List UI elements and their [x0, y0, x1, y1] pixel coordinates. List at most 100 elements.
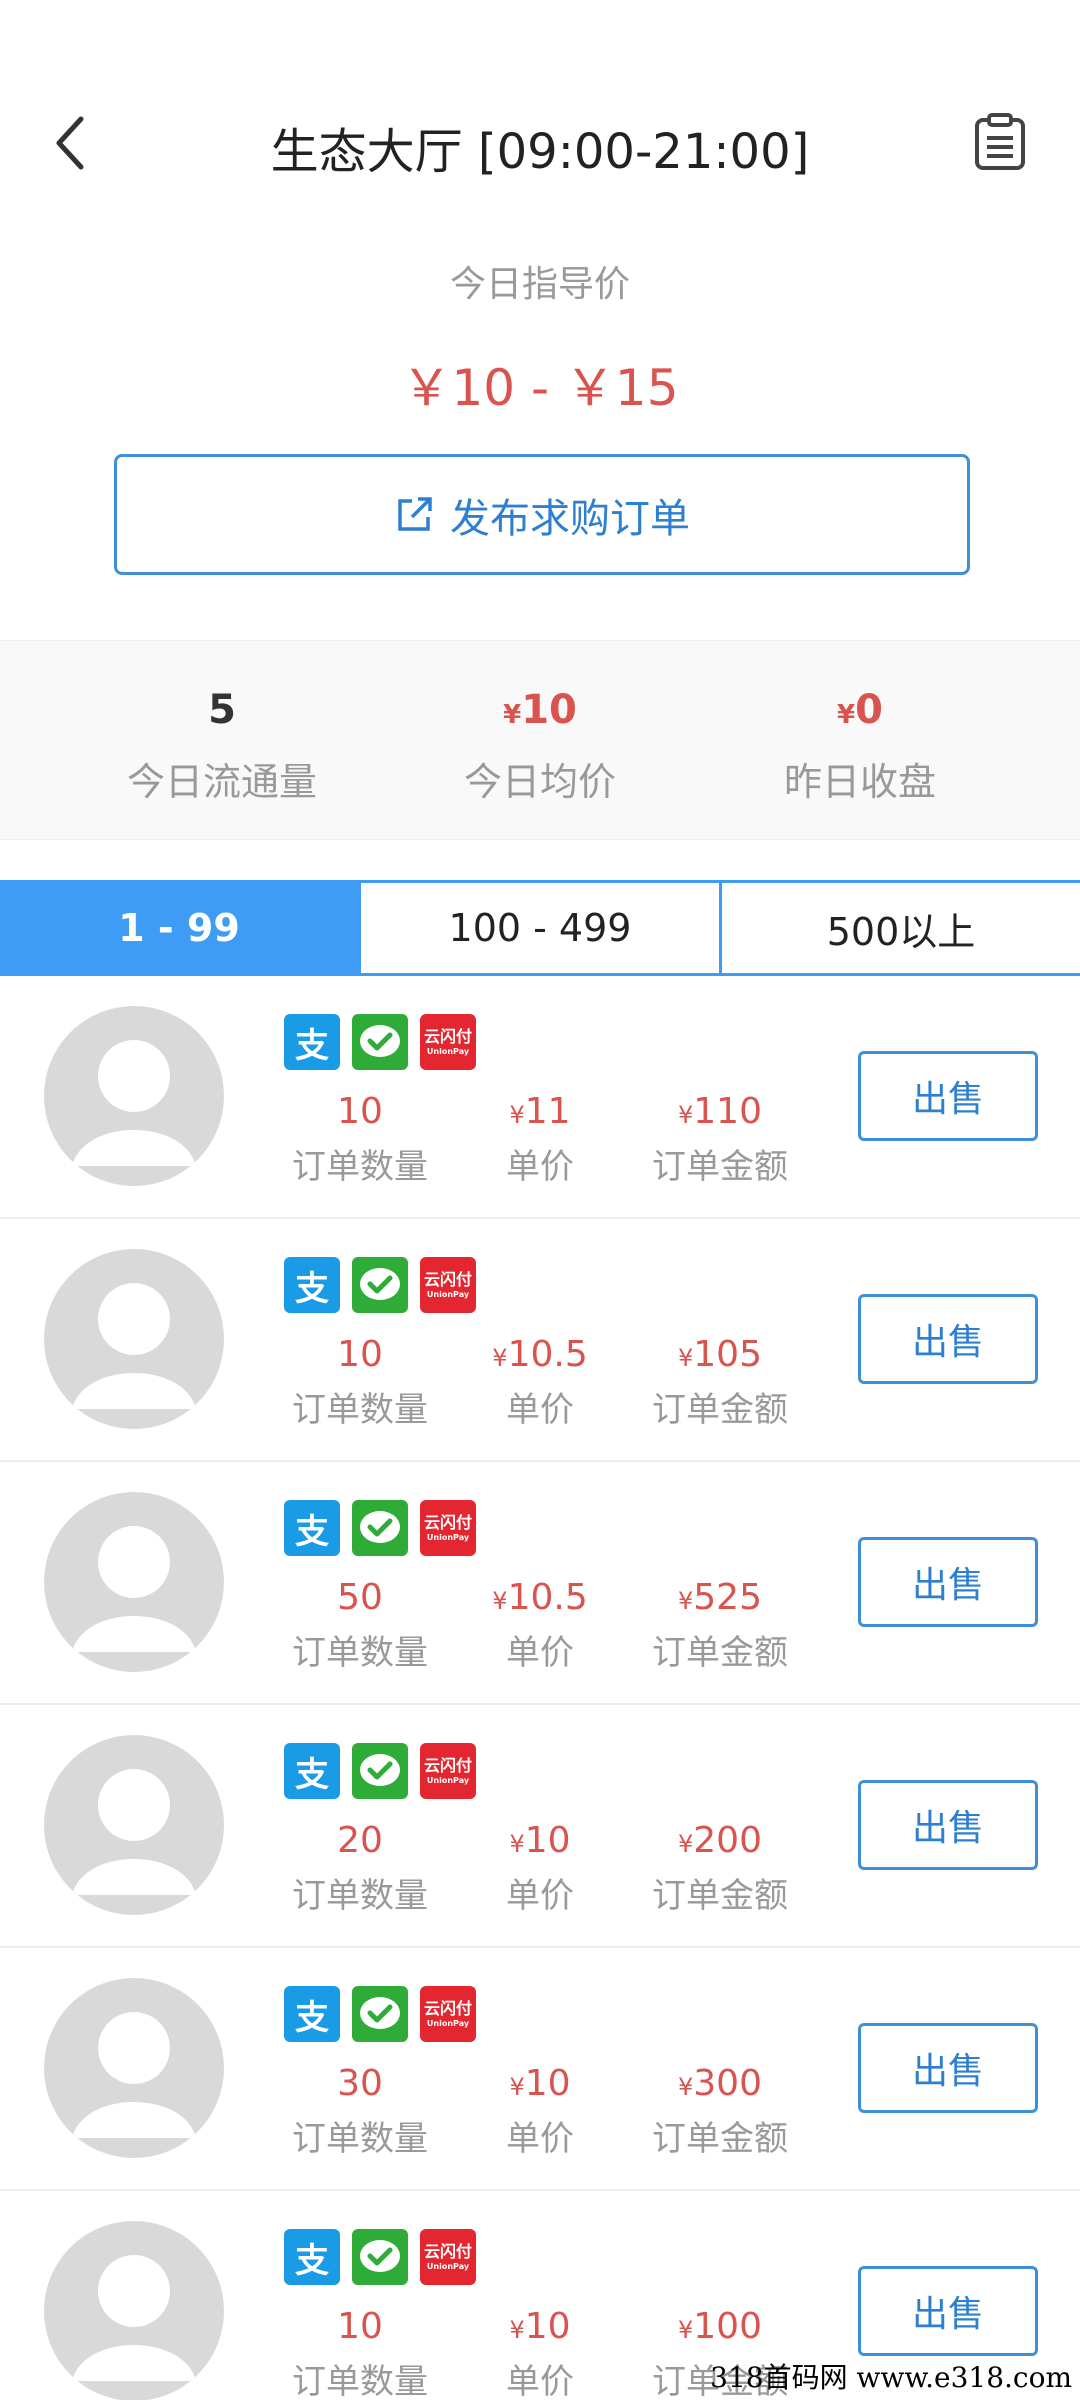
- sell-button[interactable]: 出售: [858, 1051, 1038, 1141]
- order-row: 支 云闪付 UnionPay 50 订单数量 ¥10.5 单价 ¥525 订单金…: [0, 1462, 1080, 1705]
- tab-500-plus[interactable]: 500以上: [719, 883, 1080, 973]
- avatar: [44, 1735, 224, 1915]
- order-amount: ¥110 订单金额: [630, 1091, 810, 1188]
- payment-methods: 支 云闪付 UnionPay: [284, 1257, 476, 1313]
- user-icon: [72, 2012, 196, 2138]
- order-unit-price-value: ¥11: [509, 1091, 571, 1132]
- order-amount-label: 订单金额: [652, 1876, 788, 1916]
- order-quantity-label: 订单数量: [292, 1876, 428, 1916]
- order-amount-value: ¥105: [678, 1334, 762, 1375]
- avatar: [44, 1006, 224, 1186]
- order-quantity-value: 50: [337, 1577, 383, 1618]
- records-button[interactable]: [972, 112, 1032, 174]
- unionpay-icon-bottom: UnionPay: [426, 1046, 470, 1056]
- stat-close-label: 昨日收盘: [783, 760, 936, 804]
- external-link-icon: [398, 496, 432, 531]
- order-unit-price-label: 单价: [506, 1390, 574, 1430]
- order-row: 支 云闪付 UnionPay 20 订单数量 ¥10 单价 ¥200 订单金额: [0, 1705, 1080, 1948]
- tab-100-499[interactable]: 100 - 499: [358, 883, 719, 973]
- wechat-pay-icon: [352, 1986, 408, 2042]
- stat-average-label: 今日均价: [463, 760, 616, 804]
- guide-price-value: ￥10 - ￥15: [401, 359, 679, 417]
- alipay-icon: 支: [284, 1014, 340, 1070]
- unionpay-icon: 云闪付 UnionPay: [420, 1257, 476, 1313]
- unionpay-icon-top: 云闪付: [423, 1026, 472, 1046]
- order-quantity-value: 30: [337, 2063, 383, 2104]
- order-unit-price-value: ¥10.5: [492, 1577, 588, 1618]
- wechat-pay-icon: [352, 1743, 408, 1799]
- stat-volume-value: 5: [208, 687, 236, 733]
- order-amount-value: ¥100: [678, 2306, 762, 2347]
- order-quantity-value: 10: [337, 1091, 383, 1132]
- sell-button[interactable]: 出售: [858, 1294, 1038, 1384]
- order-row: 支 云闪付 UnionPay 30 订单数量 ¥10 单价 ¥300 订单金额: [0, 1948, 1080, 2191]
- order-unit-price-value: ¥10: [509, 2306, 571, 2347]
- user-icon: [72, 1040, 196, 1166]
- order-unit-price-label: 单价: [506, 1147, 574, 1187]
- stat-average-price: ¥10 今日均价: [370, 641, 710, 806]
- alipay-icon: 支: [284, 2229, 340, 2285]
- order-amount: ¥525 订单金额: [630, 1577, 810, 1674]
- alipay-icon: 支: [284, 1743, 340, 1799]
- payment-methods: 支 云闪付 UnionPay: [284, 1014, 476, 1070]
- stat-volume: 5 今日流通量: [52, 641, 392, 806]
- avatar: [44, 1492, 224, 1672]
- stat-close-value: ¥0: [837, 687, 883, 733]
- order-amount-value: ¥110: [678, 1091, 762, 1132]
- wechat-pay-icon: [352, 2229, 408, 2285]
- tab-1-99[interactable]: 1 - 99: [0, 883, 358, 973]
- order-unit-price-value: ¥10: [509, 1820, 571, 1861]
- unionpay-icon: 云闪付 UnionPay: [420, 1500, 476, 1556]
- unionpay-icon-top: 云闪付: [423, 1269, 472, 1289]
- order-unit-price: ¥10.5 单价: [450, 1334, 630, 1431]
- order-unit-price-label: 单价: [506, 2362, 574, 2400]
- order-quantity: 10 订单数量: [270, 1091, 450, 1188]
- unionpay-icon-top: 云闪付: [423, 2241, 472, 2261]
- order-row: 支 云闪付 UnionPay 10 订单数量 ¥11 单价 ¥110 订单金额: [0, 976, 1080, 1219]
- order-unit-price-value: ¥10.5: [492, 1334, 588, 1375]
- payment-methods: 支 云闪付 UnionPay: [284, 1500, 476, 1556]
- market-stats: 5 今日流通量 ¥10 今日均价 ¥0 昨日收盘: [0, 640, 1080, 840]
- app-header: 生态大厅 [09:00-21:00]: [0, 0, 1080, 210]
- publish-buy-order-button[interactable]: 发布求购订单: [114, 454, 970, 575]
- order-quantity-value: 10: [337, 2306, 383, 2347]
- order-unit-price: ¥10 单价: [450, 2306, 630, 2400]
- sell-button[interactable]: 出售: [858, 2023, 1038, 2113]
- order-quantity-label: 订单数量: [292, 2119, 428, 2159]
- order-quantity: 10 订单数量: [270, 2306, 450, 2400]
- order-amount-label: 订单金额: [652, 1633, 788, 1673]
- guide-price-label: 今日指导价: [449, 264, 630, 305]
- order-unit-price: ¥10.5 单价: [450, 1577, 630, 1674]
- order-quantity: 20 订单数量: [270, 1820, 450, 1917]
- order-amount-value: ¥525: [678, 1577, 762, 1618]
- alipay-icon: 支: [284, 1257, 340, 1313]
- wechat-pay-icon: [352, 1257, 408, 1313]
- order-unit-price-label: 单价: [506, 1876, 574, 1916]
- order-quantity: 10 订单数量: [270, 1334, 450, 1431]
- sell-button[interactable]: 出售: [858, 1780, 1038, 1870]
- order-unit-price-label: 单价: [506, 2119, 574, 2159]
- page-title: 生态大厅 [09:00-21:00]: [270, 124, 810, 180]
- unionpay-icon-top: 云闪付: [423, 1755, 472, 1775]
- sell-button[interactable]: 出售: [858, 2266, 1038, 2356]
- order-amount-value: ¥300: [678, 2063, 762, 2104]
- sell-button[interactable]: 出售: [858, 1537, 1038, 1627]
- unionpay-icon: 云闪付 UnionPay: [420, 1743, 476, 1799]
- user-icon: [72, 1769, 196, 1895]
- wechat-pay-icon: [352, 1500, 408, 1556]
- order-quantity: 30 订单数量: [270, 2063, 450, 2160]
- order-row: 支 云闪付 UnionPay 10 订单数量 ¥10.5 单价 ¥105 订单金…: [0, 1219, 1080, 1462]
- order-quantity-label: 订单数量: [292, 1390, 428, 1430]
- user-icon: [72, 2255, 196, 2381]
- payment-methods: 支 云闪付 UnionPay: [284, 1986, 476, 2042]
- unionpay-icon-top: 云闪付: [423, 1998, 472, 2018]
- unionpay-icon-bottom: UnionPay: [426, 2018, 470, 2028]
- unionpay-icon-bottom: UnionPay: [426, 1532, 470, 1542]
- order-amount-label: 订单金额: [652, 2119, 788, 2159]
- stat-yesterday-close: ¥0 昨日收盘: [690, 641, 1030, 806]
- unionpay-icon-bottom: UnionPay: [426, 1289, 470, 1299]
- order-amount: ¥105 订单金额: [630, 1334, 810, 1431]
- order-amount: ¥200 订单金额: [630, 1820, 810, 1917]
- alipay-icon: 支: [284, 1500, 340, 1556]
- order-quantity: 50 订单数量: [270, 1577, 450, 1674]
